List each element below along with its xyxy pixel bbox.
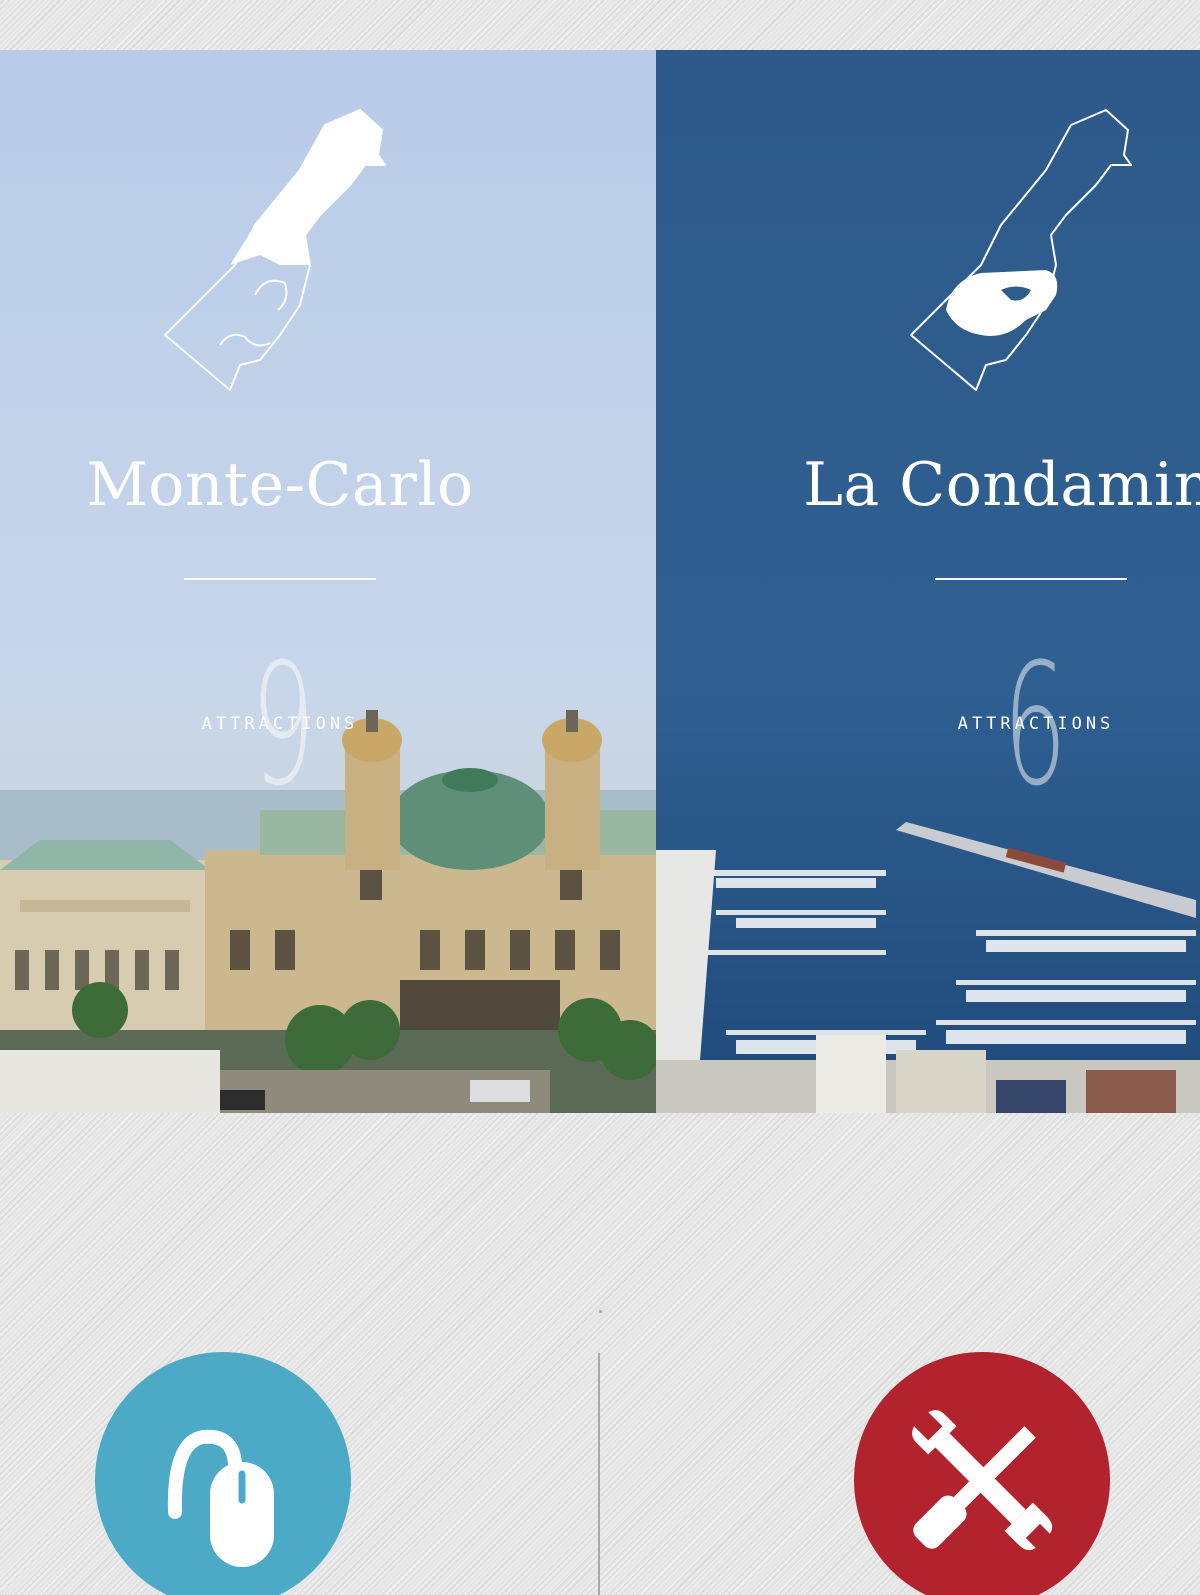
- tools-icon: [912, 1410, 1053, 1551]
- monaco-map-icon: [164, 109, 386, 391]
- attractions-label: ATTRACTIONS: [201, 714, 359, 734]
- attractions-label: ATTRACTIONS: [957, 714, 1115, 734]
- vertical-divider: [598, 1353, 600, 1595]
- mouse-button[interactable]: [95, 1352, 351, 1595]
- district-card-la-condamine[interactable]: La Condamine 6 ATTRACTIONS: [656, 50, 1200, 1113]
- district-title: La Condamine: [803, 450, 1200, 520]
- separator-dot: [599, 1310, 602, 1313]
- monaco-map-icon: [910, 109, 1132, 391]
- district-title: Monte-Carlo: [86, 450, 474, 520]
- title-divider: [935, 578, 1127, 580]
- mouse-icon: [167, 1429, 274, 1567]
- district-card-monte-carlo[interactable]: Monte-Carlo 9 ATTRACTIONS: [0, 50, 656, 1113]
- district-carousel: Monte-Carlo 9 ATTRACTIONS La Condamin 6 …: [0, 50, 1200, 1113]
- tools-button[interactable]: [854, 1352, 1110, 1595]
- title-divider: [184, 578, 376, 580]
